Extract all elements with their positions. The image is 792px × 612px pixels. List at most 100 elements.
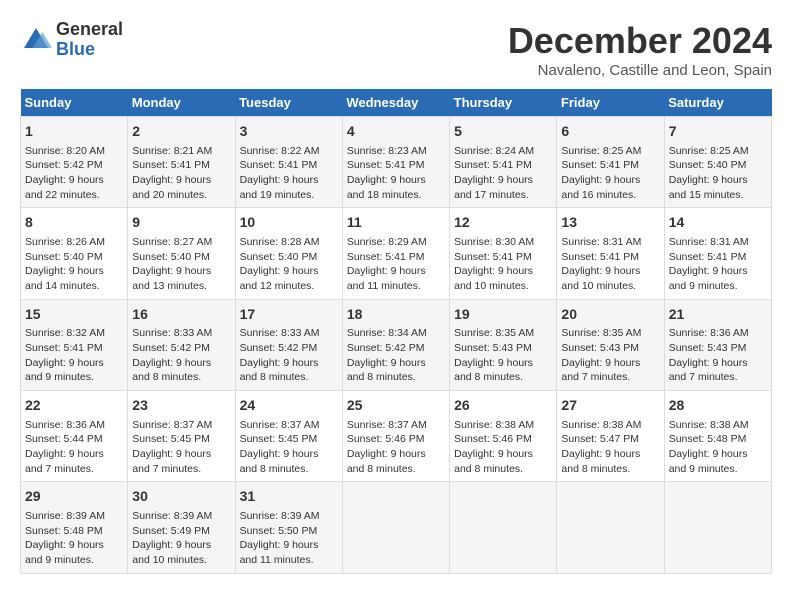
calendar-cell: 23Sunrise: 8:37 AMSunset: 5:45 PMDayligh… (128, 391, 235, 482)
calendar-cell: 25Sunrise: 8:37 AMSunset: 5:46 PMDayligh… (342, 391, 449, 482)
calendar-cell: 11Sunrise: 8:29 AMSunset: 5:41 PMDayligh… (342, 208, 449, 299)
header-saturday: Saturday (664, 89, 771, 117)
day-info: Sunrise: 8:35 AMSunset: 5:43 PMDaylight:… (454, 326, 552, 385)
logo-blue: Blue (56, 40, 123, 60)
calendar-cell: 10Sunrise: 8:28 AMSunset: 5:40 PMDayligh… (235, 208, 342, 299)
day-info: Sunrise: 8:26 AMSunset: 5:40 PMDaylight:… (25, 235, 123, 294)
day-info: Sunrise: 8:38 AMSunset: 5:47 PMDaylight:… (561, 418, 659, 477)
location: Navaleno, Castille and Leon, Spain (508, 62, 772, 79)
day-info: Sunrise: 8:37 AMSunset: 5:45 PMDaylight:… (132, 418, 230, 477)
calendar-cell: 1Sunrise: 8:20 AMSunset: 5:42 PMDaylight… (21, 117, 128, 208)
day-number: 17 (240, 305, 338, 325)
day-number: 31 (240, 487, 338, 507)
calendar-cell: 14Sunrise: 8:31 AMSunset: 5:41 PMDayligh… (664, 208, 771, 299)
week-row-4: 29Sunrise: 8:39 AMSunset: 5:48 PMDayligh… (21, 482, 772, 573)
calendar-cell: 15Sunrise: 8:32 AMSunset: 5:41 PMDayligh… (21, 299, 128, 390)
calendar-cell: 26Sunrise: 8:38 AMSunset: 5:46 PMDayligh… (450, 391, 557, 482)
calendar-cell: 21Sunrise: 8:36 AMSunset: 5:43 PMDayligh… (664, 299, 771, 390)
calendar-cell: 17Sunrise: 8:33 AMSunset: 5:42 PMDayligh… (235, 299, 342, 390)
calendar-cell: 3Sunrise: 8:22 AMSunset: 5:41 PMDaylight… (235, 117, 342, 208)
day-info: Sunrise: 8:32 AMSunset: 5:41 PMDaylight:… (25, 326, 123, 385)
logo-general: General (56, 20, 123, 40)
day-number: 11 (347, 213, 445, 233)
day-info: Sunrise: 8:31 AMSunset: 5:41 PMDaylight:… (561, 235, 659, 294)
calendar-cell: 2Sunrise: 8:21 AMSunset: 5:41 PMDaylight… (128, 117, 235, 208)
day-number: 8 (25, 213, 123, 233)
day-number: 20 (561, 305, 659, 325)
day-info: Sunrise: 8:25 AMSunset: 5:41 PMDaylight:… (561, 144, 659, 203)
day-number: 23 (132, 396, 230, 416)
month-title: December 2024 (508, 20, 772, 62)
calendar-cell (664, 482, 771, 573)
day-info: Sunrise: 8:31 AMSunset: 5:41 PMDaylight:… (669, 235, 767, 294)
calendar-cell (450, 482, 557, 573)
day-number: 12 (454, 213, 552, 233)
week-row-3: 22Sunrise: 8:36 AMSunset: 5:44 PMDayligh… (21, 391, 772, 482)
day-number: 19 (454, 305, 552, 325)
calendar-table: SundayMondayTuesdayWednesdayThursdayFrid… (20, 89, 772, 574)
day-number: 28 (669, 396, 767, 416)
day-number: 7 (669, 122, 767, 142)
week-row-1: 8Sunrise: 8:26 AMSunset: 5:40 PMDaylight… (21, 208, 772, 299)
day-info: Sunrise: 8:20 AMSunset: 5:42 PMDaylight:… (25, 144, 123, 203)
header: General Blue December 2024 Navaleno, Cas… (20, 20, 772, 79)
logo-text: General Blue (56, 20, 123, 60)
calendar-cell: 30Sunrise: 8:39 AMSunset: 5:49 PMDayligh… (128, 482, 235, 573)
title-area: December 2024 Navaleno, Castille and Leo… (508, 20, 772, 79)
day-number: 14 (669, 213, 767, 233)
day-number: 15 (25, 305, 123, 325)
week-row-0: 1Sunrise: 8:20 AMSunset: 5:42 PMDaylight… (21, 117, 772, 208)
header-tuesday: Tuesday (235, 89, 342, 117)
calendar-cell: 20Sunrise: 8:35 AMSunset: 5:43 PMDayligh… (557, 299, 664, 390)
day-info: Sunrise: 8:29 AMSunset: 5:41 PMDaylight:… (347, 235, 445, 294)
day-info: Sunrise: 8:34 AMSunset: 5:42 PMDaylight:… (347, 326, 445, 385)
day-info: Sunrise: 8:38 AMSunset: 5:46 PMDaylight:… (454, 418, 552, 477)
day-number: 5 (454, 122, 552, 142)
day-info: Sunrise: 8:22 AMSunset: 5:41 PMDaylight:… (240, 144, 338, 203)
day-info: Sunrise: 8:33 AMSunset: 5:42 PMDaylight:… (132, 326, 230, 385)
day-number: 4 (347, 122, 445, 142)
calendar-cell: 4Sunrise: 8:23 AMSunset: 5:41 PMDaylight… (342, 117, 449, 208)
logo-icon (20, 24, 52, 56)
calendar-cell: 19Sunrise: 8:35 AMSunset: 5:43 PMDayligh… (450, 299, 557, 390)
calendar-cell: 13Sunrise: 8:31 AMSunset: 5:41 PMDayligh… (557, 208, 664, 299)
calendar-header: SundayMondayTuesdayWednesdayThursdayFrid… (21, 89, 772, 117)
calendar-cell: 12Sunrise: 8:30 AMSunset: 5:41 PMDayligh… (450, 208, 557, 299)
week-row-2: 15Sunrise: 8:32 AMSunset: 5:41 PMDayligh… (21, 299, 772, 390)
day-info: Sunrise: 8:39 AMSunset: 5:48 PMDaylight:… (25, 509, 123, 568)
day-number: 26 (454, 396, 552, 416)
day-info: Sunrise: 8:38 AMSunset: 5:48 PMDaylight:… (669, 418, 767, 477)
day-info: Sunrise: 8:36 AMSunset: 5:44 PMDaylight:… (25, 418, 123, 477)
day-info: Sunrise: 8:37 AMSunset: 5:45 PMDaylight:… (240, 418, 338, 477)
header-thursday: Thursday (450, 89, 557, 117)
calendar-cell: 29Sunrise: 8:39 AMSunset: 5:48 PMDayligh… (21, 482, 128, 573)
day-number: 16 (132, 305, 230, 325)
day-info: Sunrise: 8:28 AMSunset: 5:40 PMDaylight:… (240, 235, 338, 294)
day-number: 24 (240, 396, 338, 416)
day-number: 18 (347, 305, 445, 325)
calendar-cell: 18Sunrise: 8:34 AMSunset: 5:42 PMDayligh… (342, 299, 449, 390)
day-number: 9 (132, 213, 230, 233)
calendar-cell: 27Sunrise: 8:38 AMSunset: 5:47 PMDayligh… (557, 391, 664, 482)
header-wednesday: Wednesday (342, 89, 449, 117)
day-number: 2 (132, 122, 230, 142)
day-info: Sunrise: 8:36 AMSunset: 5:43 PMDaylight:… (669, 326, 767, 385)
calendar-cell: 5Sunrise: 8:24 AMSunset: 5:41 PMDaylight… (450, 117, 557, 208)
day-info: Sunrise: 8:33 AMSunset: 5:42 PMDaylight:… (240, 326, 338, 385)
calendar-cell (557, 482, 664, 573)
day-number: 30 (132, 487, 230, 507)
calendar-cell: 9Sunrise: 8:27 AMSunset: 5:40 PMDaylight… (128, 208, 235, 299)
calendar-cell: 6Sunrise: 8:25 AMSunset: 5:41 PMDaylight… (557, 117, 664, 208)
day-info: Sunrise: 8:39 AMSunset: 5:50 PMDaylight:… (240, 509, 338, 568)
day-number: 27 (561, 396, 659, 416)
day-info: Sunrise: 8:30 AMSunset: 5:41 PMDaylight:… (454, 235, 552, 294)
day-number: 25 (347, 396, 445, 416)
day-number: 21 (669, 305, 767, 325)
day-info: Sunrise: 8:21 AMSunset: 5:41 PMDaylight:… (132, 144, 230, 203)
day-number: 29 (25, 487, 123, 507)
day-number: 3 (240, 122, 338, 142)
day-info: Sunrise: 8:39 AMSunset: 5:49 PMDaylight:… (132, 509, 230, 568)
header-sunday: Sunday (21, 89, 128, 117)
calendar-cell: 7Sunrise: 8:25 AMSunset: 5:40 PMDaylight… (664, 117, 771, 208)
header-monday: Monday (128, 89, 235, 117)
